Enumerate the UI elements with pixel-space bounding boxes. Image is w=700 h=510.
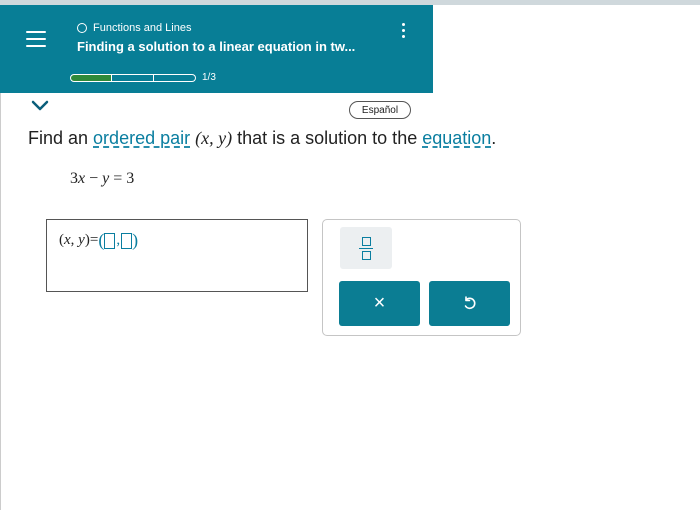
undo-button[interactable] [429,281,510,326]
question-text: Find an ordered pair (x, y) that is a so… [28,128,497,148]
equation-link[interactable]: equation [422,128,491,148]
clear-button[interactable]: × [339,281,420,326]
fraction-button[interactable] [340,227,392,269]
page-title: Finding a solution to a linear equation … [77,39,356,54]
progress-segment-2 [112,73,154,82]
header-bar: Functions and Lines Finding a solution t… [0,5,433,93]
progress-label: 1/3 [202,72,216,83]
fraction-numerator-icon [361,236,371,246]
progress-bar: 1/3 [70,72,216,83]
answer-x-input[interactable] [104,232,116,249]
more-options-icon[interactable] [398,23,408,43]
hamburger-menu-icon[interactable] [26,31,46,47]
fraction-denominator-icon [361,250,371,260]
undo-icon [464,295,476,309]
equation: 3x − y = 3 [70,170,135,187]
answer-area[interactable]: (x, y) = ( , ) [46,219,308,292]
progress-segment-3 [154,73,196,82]
answer-line: (x, y) = ( , ) [59,230,139,250]
language-toggle-button[interactable]: Español [349,101,411,119]
progress-segment-1 [70,73,112,82]
topic-row: Functions and Lines [77,22,191,34]
topic-circle-icon [77,23,87,33]
left-border [0,93,1,510]
ordered-pair-math: (x, y) [195,128,233,148]
chevron-down-icon[interactable] [30,99,50,113]
answer-y-input[interactable] [121,232,133,249]
topic-name: Functions and Lines [93,22,192,34]
ordered-pair-link[interactable]: ordered pair [93,128,190,148]
